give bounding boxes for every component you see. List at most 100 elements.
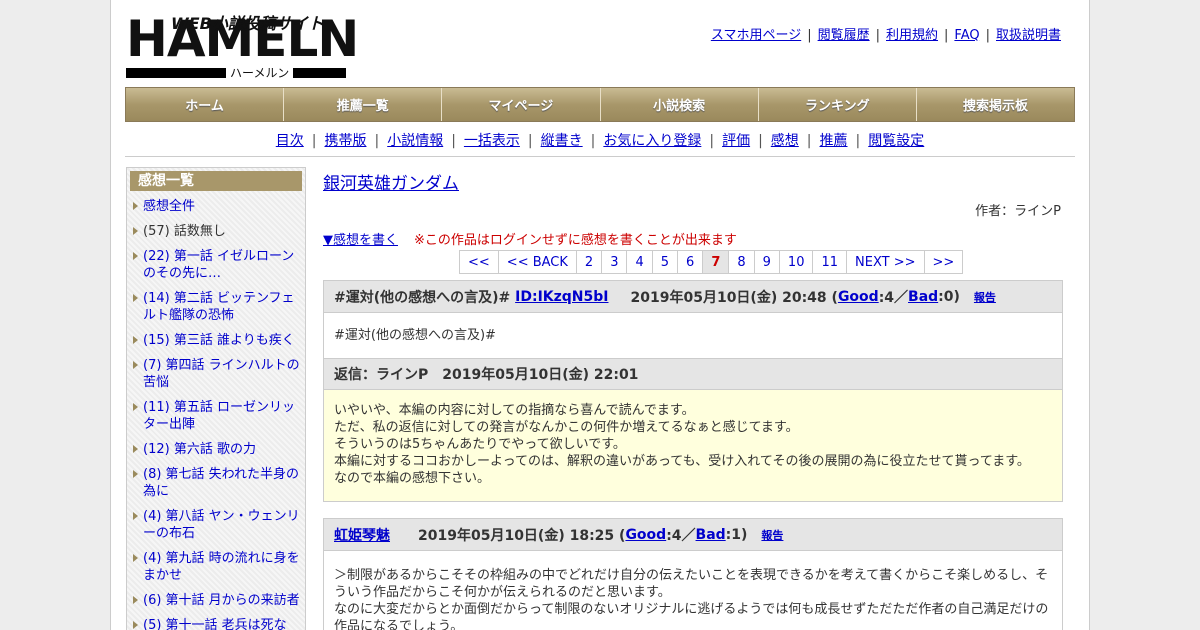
sidebar-item-label[interactable]: (5) 第十一話 老兵は死な — [143, 618, 287, 630]
nav-home[interactable]: ホーム — [126, 88, 285, 121]
link-manual[interactable]: 取扱説明書 — [996, 28, 1061, 43]
sidebar-item-label[interactable]: (6) 第十話 月からの来訪者 — [143, 593, 300, 608]
comment-header: #運対(他の感想への言及)# ID:IKzqN5bI 2019年05月10日(金… — [324, 281, 1062, 313]
sidebar-item-label[interactable]: (22) 第一話 イゼルローンのその先に… — [143, 249, 294, 281]
sidebar-item-label[interactable]: (12) 第六話 歌の力 — [143, 442, 256, 457]
work-title: 銀河英雄ガンダム — [323, 169, 1063, 194]
sidebar-item-label[interactable]: (14) 第二話 ビッテンフェルト艦隊の恐怖 — [143, 291, 295, 323]
reply-header: 返信：ラインP 2019年05月10日(金) 22:01 — [324, 358, 1062, 390]
comment-card: #運対(他の感想への言及)# ID:IKzqN5bI 2019年05月10日(金… — [323, 280, 1063, 502]
good-count: :4／ — [878, 289, 909, 306]
link-history[interactable]: 閲覧履歴 — [818, 28, 870, 43]
sidebar-item[interactable]: (6) 第十話 月からの来訪者 — [133, 592, 301, 609]
pager-page[interactable]: 9 — [753, 250, 780, 274]
subnav-rating[interactable]: 評価 — [722, 133, 750, 149]
hameln-logo[interactable]: HAMELN WEB小説投稿サイト ハーメルン — [126, 10, 359, 80]
comment-line: なのに大変だからとか面倒だからって制限のないオリジナルに逃げるようでは何も成長せ… — [334, 602, 1049, 630]
page: HAMELN WEB小説投稿サイト ハーメルン スマホ用ページ | 閲覧履歴 | 利用規… — [110, 0, 1090, 630]
comment-header: 虹姫琴魅 2019年05月10日(金) 18:25 (Good:4／ Bad:1)… — [324, 519, 1062, 551]
subnav-vertical[interactable]: 縦書き — [541, 133, 583, 149]
pager: << << BACK 2 3 4 5 6 7 8 9 10 11 NEXT >>… — [459, 250, 1063, 274]
comment-body: #運対(他の感想への言及)# — [334, 328, 496, 343]
sidebar-item: (57) 話数無し — [133, 223, 301, 240]
good-count: :4／ — [666, 527, 696, 544]
pager-page[interactable]: 10 — [778, 250, 814, 274]
divider — [125, 156, 1075, 157]
subnav-comments[interactable]: 感想 — [771, 133, 799, 149]
comment-card: 虹姫琴魅 2019年05月10日(金) 18:25 (Good:4／ Bad:1)… — [323, 518, 1063, 630]
novel-subnav: 目次 | 携帯版 | 小説情報 | 一括表示 | 縦書き | お気に入り登録 | 評価 | 感想 | 推薦 | 閲覧… — [275, 133, 925, 149]
sidebar-item[interactable]: (12) 第六話 歌の力 — [133, 441, 301, 458]
main-content: 銀河英雄ガンダム 作者：ラインP ▼感想を書く ※この作品はログインせずに感想を書… — [323, 167, 1063, 630]
sidebar-item[interactable]: (14) 第二話 ビッテンフェルト艦隊の恐怖 — [133, 290, 301, 324]
pager-back[interactable]: << BACK — [497, 250, 577, 274]
pager-page[interactable]: 11 — [812, 250, 848, 274]
sidebar-item-label[interactable]: (11) 第五話 ローゼンリッター出陣 — [143, 400, 295, 432]
subnav-favorite[interactable]: お気に入り登録 — [603, 133, 701, 149]
sidebar-item[interactable]: (8) 第七話 失われた半身の為に — [133, 466, 301, 500]
logo-web-text: WEB小説投稿サイト — [171, 14, 324, 33]
nav-board[interactable]: 捜索掲示板 — [916, 88, 1075, 121]
nav-search[interactable]: 小説検索 — [600, 88, 759, 121]
pager-page[interactable]: 3 — [601, 250, 628, 274]
pager-page[interactable]: 4 — [626, 250, 653, 274]
pager-page[interactable]: 5 — [651, 250, 679, 274]
comment-body: ＞制限があるからこそその枠組みの中でどれだけ自分の伝えたいことを表現できるかを考… — [324, 551, 1062, 630]
link-terms[interactable]: 利用規約 — [886, 28, 938, 43]
sidebar-item[interactable]: (4) 第九話 時の流れに身をまかせ — [133, 550, 301, 584]
pager-first[interactable]: << — [459, 250, 499, 274]
sidebar-item[interactable]: (11) 第五話 ローゼンリッター出陣 — [133, 399, 301, 433]
reply-line: 本編に対するココおかしーよってのは、解釈の違いがあっても、受け入れてその後の展開… — [334, 454, 1030, 469]
reply-line: ただ、私の返信に対しての発言がなんかこの何件か増えてるなぁと感じてます。 — [334, 420, 799, 435]
logo-kana-text: ハーメルン — [226, 66, 294, 80]
top-links: スマホ用ページ | 閲覧履歴 | 利用規約 | FAQ | 取扱説明書 — [710, 28, 1061, 43]
comment-date: 2019年05月10日(金) 20:48 ( — [630, 289, 838, 306]
link-faq[interactable]: FAQ — [954, 28, 979, 43]
nav-recommend[interactable]: 推薦一覧 — [284, 88, 443, 121]
comment-user-link[interactable]: 虹姫琴魅 — [334, 525, 390, 545]
good-link[interactable]: Good — [838, 289, 879, 305]
write-row: ▼感想を書く ※この作品はログインせずに感想を書くことが出来ます — [323, 229, 1063, 248]
comment-user-id[interactable]: ID:IKzqN5bI — [515, 289, 608, 305]
sidebar: 感想一覧 感想全件 (57) 話数無し (22) 第一話 イゼルローンのその先に… — [126, 167, 306, 630]
pager-next[interactable]: NEXT >> — [846, 250, 925, 274]
sidebar-item-label[interactable]: (15) 第三話 誰よりも疾く — [143, 333, 295, 348]
sidebar-item[interactable]: (22) 第一話 イゼルローンのその先に… — [133, 248, 301, 282]
sidebar-item-label[interactable]: (4) 第九話 時の流れに身をまかせ — [143, 551, 300, 583]
good-link[interactable]: Good — [625, 527, 666, 543]
sidebar-item-label[interactable]: (7) 第四話 ラインハルトの苦悩 — [143, 358, 300, 390]
subnav-mobile[interactable]: 携帯版 — [324, 133, 366, 149]
subnav-recommend[interactable]: 推薦 — [820, 133, 848, 149]
bad-link[interactable]: Bad — [696, 527, 726, 543]
sidebar-item-label[interactable]: (4) 第八話 ヤン・ウェンリーの布石 — [143, 509, 300, 541]
subnav-info[interactable]: 小説情報 — [387, 133, 443, 149]
reply-line: なので本編の感想下さい。 — [334, 471, 491, 486]
comment-line: ＞制限があるからこそその枠組みの中でどれだけ自分の伝えたいことを表現できるかを考… — [334, 568, 1049, 600]
subnav-settings[interactable]: 閲覧設定 — [868, 133, 924, 149]
work-title-link[interactable]: 銀河英雄ガンダム — [323, 174, 459, 194]
report-link[interactable]: 報告 — [761, 527, 783, 543]
global-nav: ホーム 推薦一覧 マイページ 小説検索 ランキング 捜索掲示板 — [125, 87, 1075, 122]
write-comment-link[interactable]: ▼感想を書く — [323, 233, 398, 248]
sidebar-item[interactable]: (4) 第八話 ヤン・ウェンリーの布石 — [133, 508, 301, 542]
report-link[interactable]: 報告 — [974, 289, 996, 305]
nav-ranking[interactable]: ランキング — [758, 88, 917, 121]
sidebar-item[interactable]: (5) 第十一話 老兵は死な — [133, 617, 301, 630]
nav-mypage[interactable]: マイページ — [442, 88, 601, 121]
subnav-all[interactable]: 一括表示 — [464, 133, 520, 149]
link-smartphone[interactable]: スマホ用ページ — [711, 28, 801, 43]
subnav-toc[interactable]: 目次 — [276, 133, 304, 149]
bad-link[interactable]: Bad — [908, 289, 938, 305]
sidebar-item-label[interactable]: 感想全件 — [143, 199, 195, 214]
sidebar-item-label: (57) 話数無し — [143, 224, 226, 239]
pager-page[interactable]: 6 — [677, 250, 704, 274]
sidebar-item[interactable]: (7) 第四話 ラインハルトの苦悩 — [133, 357, 301, 391]
comment-user: #運対(他の感想への言及)# — [334, 289, 511, 306]
comment-date: 2019年05月10日(金) 18:25 ( — [418, 527, 626, 544]
pager-page[interactable]: 2 — [575, 250, 603, 274]
sidebar-item[interactable]: (15) 第三話 誰よりも疾く — [133, 332, 301, 349]
sidebar-item-label[interactable]: (8) 第七話 失われた半身の為に — [143, 467, 299, 499]
pager-page[interactable]: 8 — [728, 250, 755, 274]
sidebar-item[interactable]: 感想全件 — [133, 198, 301, 215]
pager-last[interactable]: >> — [923, 250, 964, 274]
